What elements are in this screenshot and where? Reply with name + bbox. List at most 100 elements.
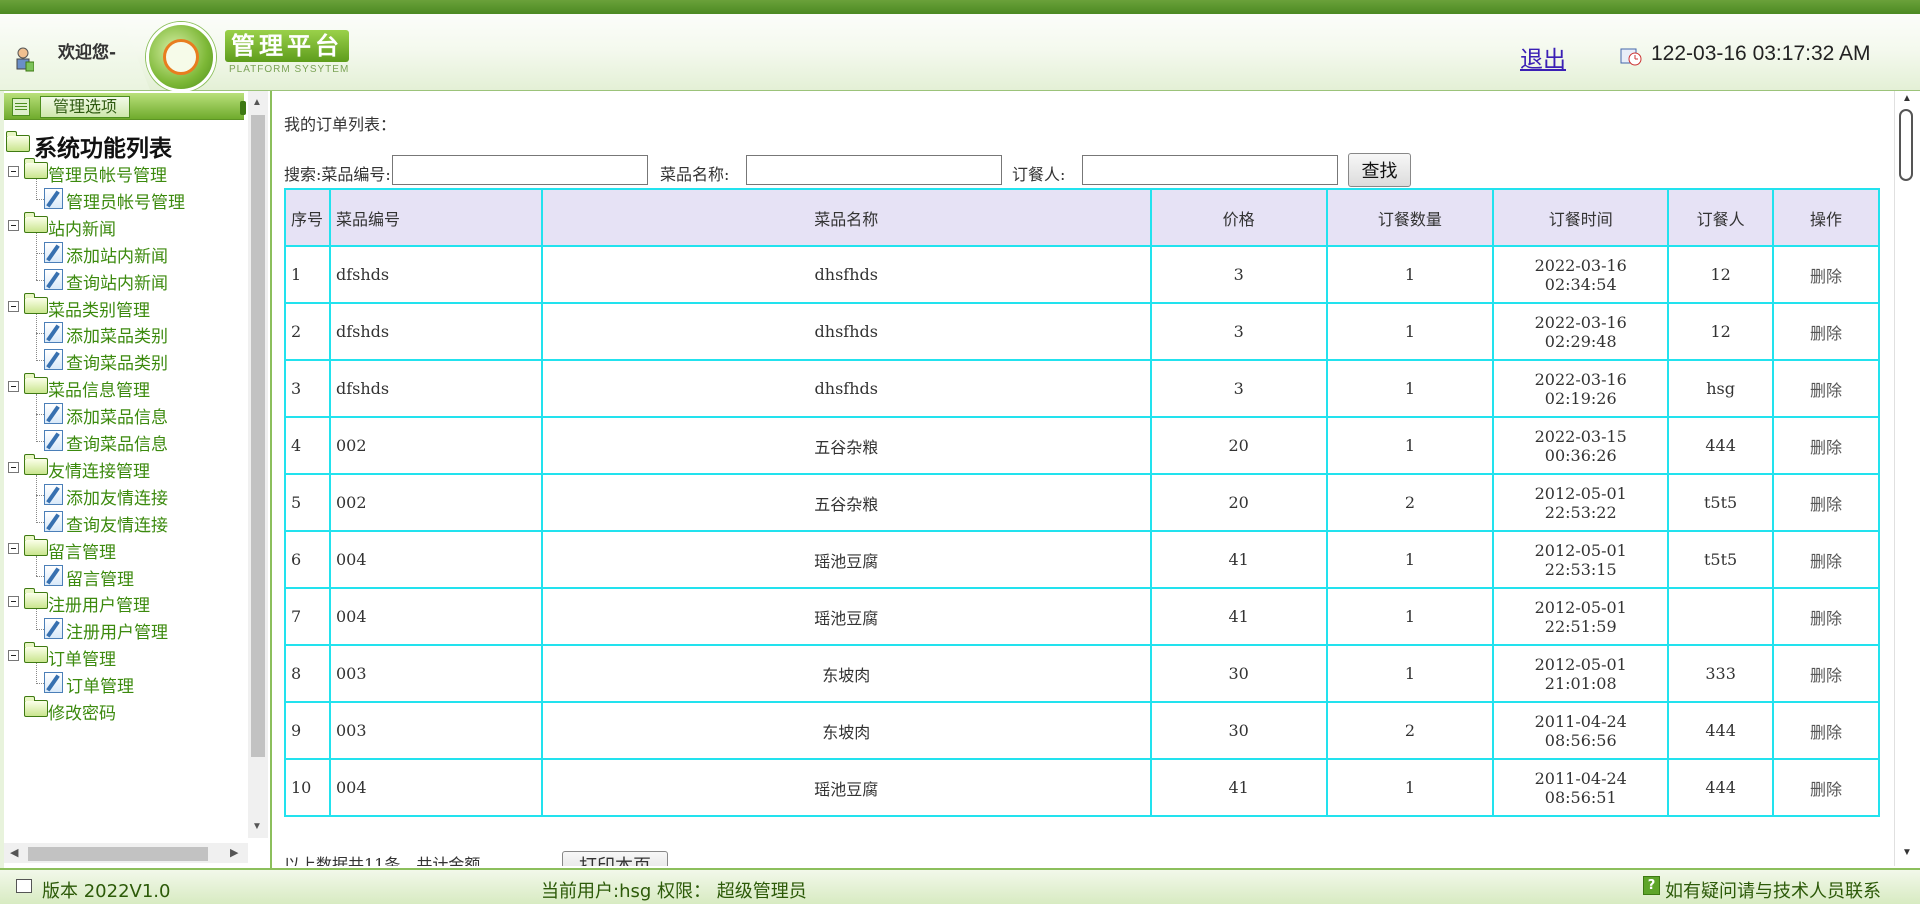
- sidebar-vertical-scrollbar[interactable]: ▲ ▼: [248, 91, 268, 838]
- table-cell: 30: [1149, 644, 1328, 703]
- tree-item-label: 订单管理: [66, 677, 134, 698]
- options-button[interactable]: 管理选项: [40, 96, 130, 118]
- table-cell: 2011-04-24 08:56:56: [1492, 701, 1670, 760]
- folder-open-icon: [24, 373, 48, 395]
- table-cell: 444: [1667, 758, 1775, 817]
- table-cell: 20: [1149, 416, 1328, 475]
- folder-open-icon: [24, 158, 48, 179]
- edit-note-icon: [44, 672, 63, 694]
- main-scroll-up-icon[interactable]: ▲: [1902, 93, 1912, 104]
- delete-link[interactable]: 删除: [1772, 644, 1880, 703]
- collapse-icon[interactable]: [8, 461, 19, 473]
- scroll-right-arrow-icon[interactable]: ▶: [230, 846, 238, 859]
- table-cell: 004: [328, 587, 543, 646]
- table-cell: 1: [1325, 245, 1495, 304]
- main-scroll-thumb[interactable]: [1899, 109, 1913, 181]
- delete-link[interactable]: 删除: [1772, 359, 1880, 418]
- edit-note-icon: [44, 564, 63, 586]
- table-cell: 2: [1325, 473, 1495, 532]
- tree-item-label: 管理员帐号管理: [66, 192, 185, 213]
- search-button[interactable]: 查找: [1348, 153, 1411, 187]
- dish-name-input[interactable]: [746, 155, 1002, 185]
- table-row: 9 003 东坡肉 30 2 2011-04-24 08:56:56 444 删除: [284, 701, 1880, 760]
- edit-note-icon: [44, 430, 63, 451]
- column-header: 菜品名称: [540, 188, 1152, 247]
- table-cell: 003: [328, 701, 543, 760]
- edit-note-icon: [44, 483, 63, 505]
- scroll-left-arrow-icon[interactable]: ◀: [10, 846, 18, 859]
- edit-note-icon: [44, 241, 63, 263]
- tree-item-label: 注册用户管理: [66, 623, 168, 644]
- folder-open-icon: [24, 292, 48, 314]
- delete-link[interactable]: 删除: [1772, 473, 1880, 532]
- scroll-up-arrow-icon[interactable]: ▲: [252, 97, 262, 108]
- collapse-icon[interactable]: [8, 219, 19, 231]
- table-cell: 7: [284, 587, 331, 646]
- table-cell: 1: [1325, 302, 1495, 361]
- delete-link[interactable]: 删除: [1772, 416, 1880, 475]
- collapse-icon[interactable]: [8, 650, 19, 662]
- delete-link[interactable]: 删除: [1772, 530, 1880, 589]
- dish-code-input[interactable]: [392, 155, 648, 185]
- sidebar-horizontal-scrollbar[interactable]: ◀ ▶: [4, 843, 248, 863]
- scroll-down-arrow-icon[interactable]: ▼: [252, 821, 262, 832]
- collapse-icon[interactable]: [8, 381, 19, 393]
- delete-link[interactable]: 删除: [1772, 758, 1880, 817]
- table-cell: 10: [284, 758, 331, 817]
- table-row: 8 003 东坡肉 30 1 2012-05-01 21:01:08 333 删除: [284, 644, 1880, 703]
- table-cell: 东坡肉: [540, 701, 1152, 760]
- table-cell: 1: [1325, 359, 1495, 418]
- delete-link[interactable]: 删除: [1772, 245, 1880, 304]
- help-icon: ?: [1643, 876, 1660, 895]
- table-cell: t5t5: [1667, 473, 1775, 532]
- sidebar: 管理选项 系统功能列表 管理员帐号管理 管理员帐号管理 站内新闻 添加站内新闻 查询站内…: [0, 91, 272, 868]
- delete-link[interactable]: 删除: [1772, 302, 1880, 361]
- summary-text: 以上数据共11条，共计金额: [284, 855, 481, 866]
- table-cell: 41: [1149, 530, 1328, 589]
- orderer-input[interactable]: [1082, 155, 1338, 185]
- tree-group-label: 管理员帐号管理: [48, 166, 167, 186]
- table-cell: 东坡肉: [540, 644, 1152, 703]
- sidebar-scroll-thumb[interactable]: [251, 115, 265, 757]
- delete-link[interactable]: 删除: [1772, 587, 1880, 646]
- table-cell: 2022-03-16 02:19:26: [1492, 359, 1670, 418]
- logout-link[interactable]: 退出: [1520, 40, 1566, 74]
- table-cell: 6: [284, 530, 331, 589]
- sidebar-header-nub: [240, 101, 246, 115]
- table-cell: 瑶池豆腐: [540, 587, 1152, 646]
- main-vertical-scrollbar[interactable]: ▲ ▼: [1894, 91, 1919, 866]
- table-cell: 444: [1667, 416, 1775, 475]
- table-cell: 1: [1325, 644, 1495, 703]
- print-page-button[interactable]: 打印本页: [562, 851, 668, 866]
- column-header: 订餐数量: [1325, 188, 1495, 247]
- orders-table: 序号 菜品编号 菜品名称 价格 订餐数量 订餐时间 订餐人 操作 1 dfshds dhsfhds…: [284, 188, 1880, 817]
- edit-note-icon: [44, 187, 63, 209]
- table-cell: 1: [1325, 530, 1495, 589]
- tree-group-label: 注册用户管理: [48, 596, 150, 617]
- tree-group-label: 菜品类别管理: [48, 300, 150, 321]
- tree-item-label: 查询站内新闻: [66, 273, 168, 294]
- datetime-display: 122-03-16 03:17:32 AM: [1651, 42, 1871, 65]
- table-cell: 4: [284, 416, 331, 475]
- name-search-label: 菜品名称:: [660, 165, 730, 184]
- sidebar-hscroll-thumb[interactable]: [28, 847, 208, 861]
- table-cell: 2022-03-16 02:29:48: [1492, 302, 1670, 361]
- calendar-icon: [12, 98, 30, 116]
- collapse-icon[interactable]: [8, 542, 19, 554]
- column-header: 菜品编号: [328, 188, 543, 247]
- collapse-icon[interactable]: [8, 166, 19, 177]
- table-cell: 20: [1149, 473, 1328, 532]
- table-cell: 5: [284, 473, 331, 532]
- delete-link[interactable]: 删除: [1772, 701, 1880, 760]
- table-cell: 8: [284, 644, 331, 703]
- tree-item-label: 查询菜品类别: [66, 354, 168, 375]
- table-cell: 444: [1667, 701, 1775, 760]
- table-cell: dfshds: [328, 302, 543, 361]
- tree-root-label: 系统功能列表: [34, 136, 172, 162]
- collapse-icon[interactable]: [8, 300, 19, 312]
- folder-open-icon: [24, 534, 48, 556]
- collapse-icon[interactable]: [8, 596, 19, 608]
- main-scroll-down-icon[interactable]: ▼: [1902, 847, 1912, 858]
- table-cell: 004: [328, 758, 543, 817]
- table-cell: [1667, 587, 1775, 646]
